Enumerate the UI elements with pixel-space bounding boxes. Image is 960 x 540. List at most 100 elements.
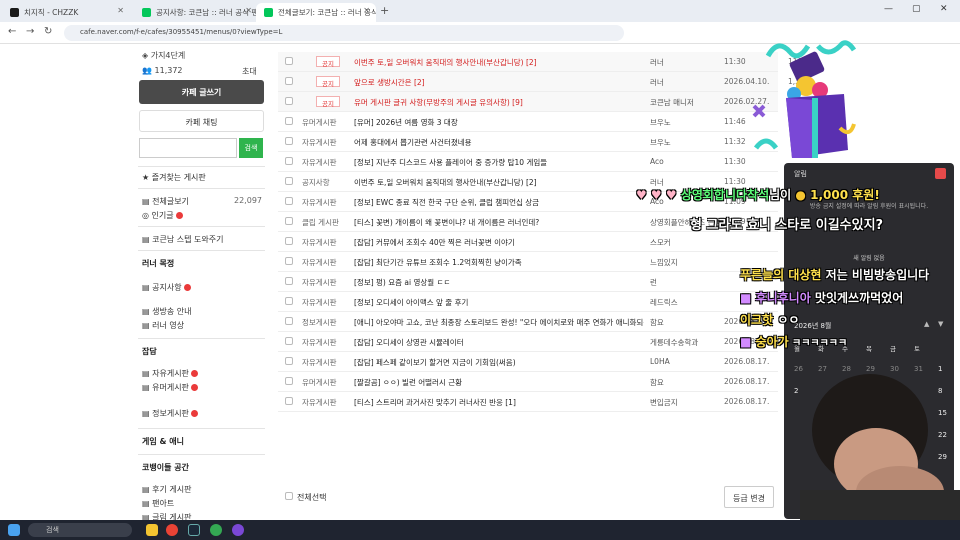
select-all-control[interactable]: 전체선택 (285, 492, 326, 503)
invite-link[interactable]: 초대 (242, 66, 257, 77)
sidebar-item-notice[interactable]: ▤ 공지사항 (142, 282, 191, 293)
post-title[interactable]: [정보] 오디세이 아이맥스 앞 줄 후기 (354, 297, 644, 308)
chrome-icon[interactable] (166, 524, 178, 536)
table-row[interactable]: 자유게시판 [잡담] 커뮤에서 조회수 40만 찍은 러너꽃변 이야기 스모커 (278, 232, 778, 252)
post-title[interactable]: [정보] 지난주 디스코드 사용 플레이어 중 증가량 탑10 게임들 (354, 157, 644, 168)
sidebar-item-all-posts[interactable]: ▤ 전체글보기 (142, 196, 189, 207)
table-row[interactable]: 유머게시판 [유머] 2026년 여름 영화 3 대장 브우노 11:46 (278, 112, 778, 132)
row-checkbox[interactable] (285, 397, 293, 405)
table-row[interactable]: 정보게시판 [애니] 아오야마 고쇼, 코난 최종장 스토리보드 완성! "오다 … (278, 312, 778, 332)
post-board[interactable]: 자유게시판 (302, 257, 354, 268)
row-checkbox[interactable] (285, 177, 293, 185)
table-row[interactable]: 자유게시판 [잡담] 페스페 같이보기 할거면 지금이 기회임(써음) L0HA 20… (278, 352, 778, 372)
row-checkbox[interactable] (285, 377, 293, 385)
sidebar-item-runner-video[interactable]: ▤ 러너 영상 (142, 320, 184, 331)
post-board[interactable]: 공지사항 (302, 177, 354, 188)
post-author[interactable]: 함요 (650, 317, 722, 328)
post-board[interactable]: 자유게시판 (302, 237, 354, 248)
app-icon[interactable] (232, 524, 244, 536)
post-board[interactable]: 자유게시판 (302, 337, 354, 348)
window-close-icon[interactable]: ✕ (940, 4, 948, 14)
table-row[interactable]: 자유게시판 [정보] 지난주 디스코드 사용 플레이어 중 증가량 탑10 게임들… (278, 152, 778, 172)
post-title[interactable]: [정보] 펑) 요즘 ai 영상퀄 ㄷㄷ (354, 277, 644, 288)
sidebar-item-info-board[interactable]: ▤ 정보게시판 (142, 408, 198, 419)
taskbar-search[interactable]: 검색 (28, 523, 132, 537)
post-title[interactable]: [유머] 2026년 여름 영화 3 대장 (354, 117, 644, 128)
tab-chzzk[interactable]: 치지직 - CHZZK ✕ (2, 3, 130, 22)
post-board[interactable]: 자유게시판 (302, 197, 354, 208)
row-checkbox[interactable] (285, 237, 293, 245)
cafe-chat-button[interactable]: 카페 채팅 (139, 110, 264, 132)
chrome-profile-icon[interactable] (210, 524, 222, 536)
post-title[interactable]: [짤갈곰] ㅇㅇ) 빌런 어떨러시 근황 (354, 377, 644, 388)
post-title[interactable]: [티스] 스트리머 과거사진 맞추기 러너사진 반응 [1] (354, 397, 644, 408)
post-author[interactable]: 스모커 (650, 237, 722, 248)
post-board[interactable]: 자유게시판 (302, 397, 354, 408)
post-board[interactable]: 자유게시판 (302, 297, 354, 308)
close-icon[interactable]: ✕ (245, 6, 252, 15)
post-author[interactable]: L0HA (650, 357, 722, 366)
steam-icon[interactable] (188, 524, 200, 536)
post-board[interactable]: 정보게시판 (302, 317, 354, 328)
cafe-write-button[interactable]: 카페 글쓰기 (139, 80, 264, 104)
cafe-search-button[interactable]: 검색 (239, 138, 263, 158)
post-title[interactable]: [잡담] 커뮤에서 조회수 40만 찍은 러너꽃변 이야기 (354, 237, 644, 248)
post-title[interactable]: 어제 홍대에서 뽑기관련 사건터졌네용 (354, 137, 644, 148)
post-title[interactable]: [정보] EWC 종료 직전 한국 구단 순위, 클럽 챔피언십 상금 (354, 197, 644, 208)
post-title[interactable]: [잡담] 페스페 같이보기 할거면 지금이 기회임(써음) (354, 357, 644, 368)
post-author[interactable]: 러너 (650, 77, 722, 88)
close-icon[interactable]: ✕ (117, 6, 124, 15)
windows-start-icon[interactable] (8, 524, 20, 536)
row-checkbox[interactable] (285, 317, 293, 325)
post-title[interactable]: 앞으로 생방시간은 [2] (354, 77, 644, 88)
post-author[interactable]: 브우노 (650, 137, 722, 148)
table-row[interactable]: 자유게시판 [잡담] 오디세이 상영관 시뮬레이터 게릉데수송학과 2026.08.1… (278, 332, 778, 352)
table-row[interactable]: 공지 유머 게시판 글귀 사항(무방주의 게시글 유의사항) [9] 코큰남 매니저… (278, 92, 809, 112)
post-board[interactable]: 자유게시판 (302, 357, 354, 368)
new-tab-plus-icon[interactable]: + (380, 4, 389, 17)
post-board[interactable]: 유머게시판 (302, 377, 354, 388)
row-checkbox[interactable] (285, 217, 293, 225)
post-author[interactable]: 러너 (650, 57, 722, 68)
post-title[interactable]: 이번주 토,일 오버워치 움직대의 행사안내(부산갑니당) [2] (354, 177, 644, 188)
panel-close-icon[interactable] (935, 168, 946, 179)
post-title[interactable]: [애니] 아오야마 고쇼, 코난 최종장 스토리보드 완성! "오다 에이치로와… (354, 317, 644, 328)
cafe-search-input[interactable] (139, 138, 237, 158)
post-author[interactable]: 브우노 (650, 117, 722, 128)
close-icon[interactable]: ✕ (363, 6, 370, 15)
table-row[interactable]: 자유게시판 [정보] 펑) 요즘 ai 영상퀄 ㄷㄷ 런 (278, 272, 778, 292)
reload-icon[interactable]: ↻ (44, 26, 52, 37)
forward-arrow-icon[interactable]: → (26, 26, 34, 37)
table-row[interactable]: 자유게시판 어제 홍대에서 뽑기관련 사건터졌네용 브우노 11:32 (278, 132, 778, 152)
post-board[interactable]: 자유게시판 (302, 137, 354, 148)
post-author[interactable]: 함요 (650, 377, 722, 388)
row-checkbox[interactable] (285, 197, 293, 205)
post-author[interactable]: 코큰남 매니저 (650, 97, 722, 108)
row-checkbox[interactable] (285, 77, 293, 85)
post-title[interactable]: [잡담] 오디세이 상영관 시뮬레이터 (354, 337, 644, 348)
back-arrow-icon[interactable]: ← (8, 26, 16, 37)
sidebar-item-live-notice[interactable]: ▤ 생방송 안내 (142, 306, 191, 317)
table-row[interactable]: 유머게시판 [짤갈곰] ㅇㅇ) 빌런 어떨러시 근황 함요 2026.08.17. (278, 372, 778, 392)
post-title[interactable]: [잡담] 최단기간 유튜브 조회수 1.2억회찍힌 냥이가족 (354, 257, 644, 268)
tab-notice[interactable]: 공지사항: 코큰남 :: 러너 공식 팬... ✕ (134, 3, 258, 22)
post-title[interactable]: [티스] 꽃변) 개이름이 왜 꽃변이냐? 내 개이름은 러너인데? (354, 217, 644, 228)
table-row[interactable]: 자유게시판 [정보] 오디세이 아이맥스 앞 줄 후기 레드릭스 (278, 292, 778, 312)
row-checkbox[interactable] (285, 117, 293, 125)
post-author[interactable]: Aco (650, 157, 722, 166)
row-checkbox[interactable] (285, 277, 293, 285)
post-author[interactable]: 느낌있지 (650, 257, 722, 268)
maximize-icon[interactable]: ▢ (912, 4, 921, 14)
file-explorer-icon[interactable] (146, 524, 158, 536)
table-row[interactable]: 자유게시판 [티스] 스트리머 과거사진 맞추기 러너사진 반응 [1] 변입금지 2… (278, 392, 778, 412)
row-checkbox[interactable] (285, 337, 293, 345)
row-checkbox[interactable] (285, 257, 293, 265)
sidebar-item-popular[interactable]: ◎ 인기글 (142, 210, 183, 221)
post-author[interactable]: 변입금지 (650, 397, 722, 408)
calendar-prev-icon[interactable]: ▲ (924, 320, 929, 328)
row-checkbox[interactable] (285, 157, 293, 165)
url-field[interactable]: cafe.naver.com/f-e/cafes/30955451/menus/… (64, 25, 624, 41)
table-row[interactable]: 공지 이번주 토,일 오버워치 움직대의 행사안내(부산갑니당) [2] 러너 11:… (278, 52, 802, 72)
post-author[interactable]: 레드릭스 (650, 297, 722, 308)
tab-all-posts[interactable]: 전체글보기: 코큰남 :: 러너 공식... ✕ (256, 3, 376, 22)
